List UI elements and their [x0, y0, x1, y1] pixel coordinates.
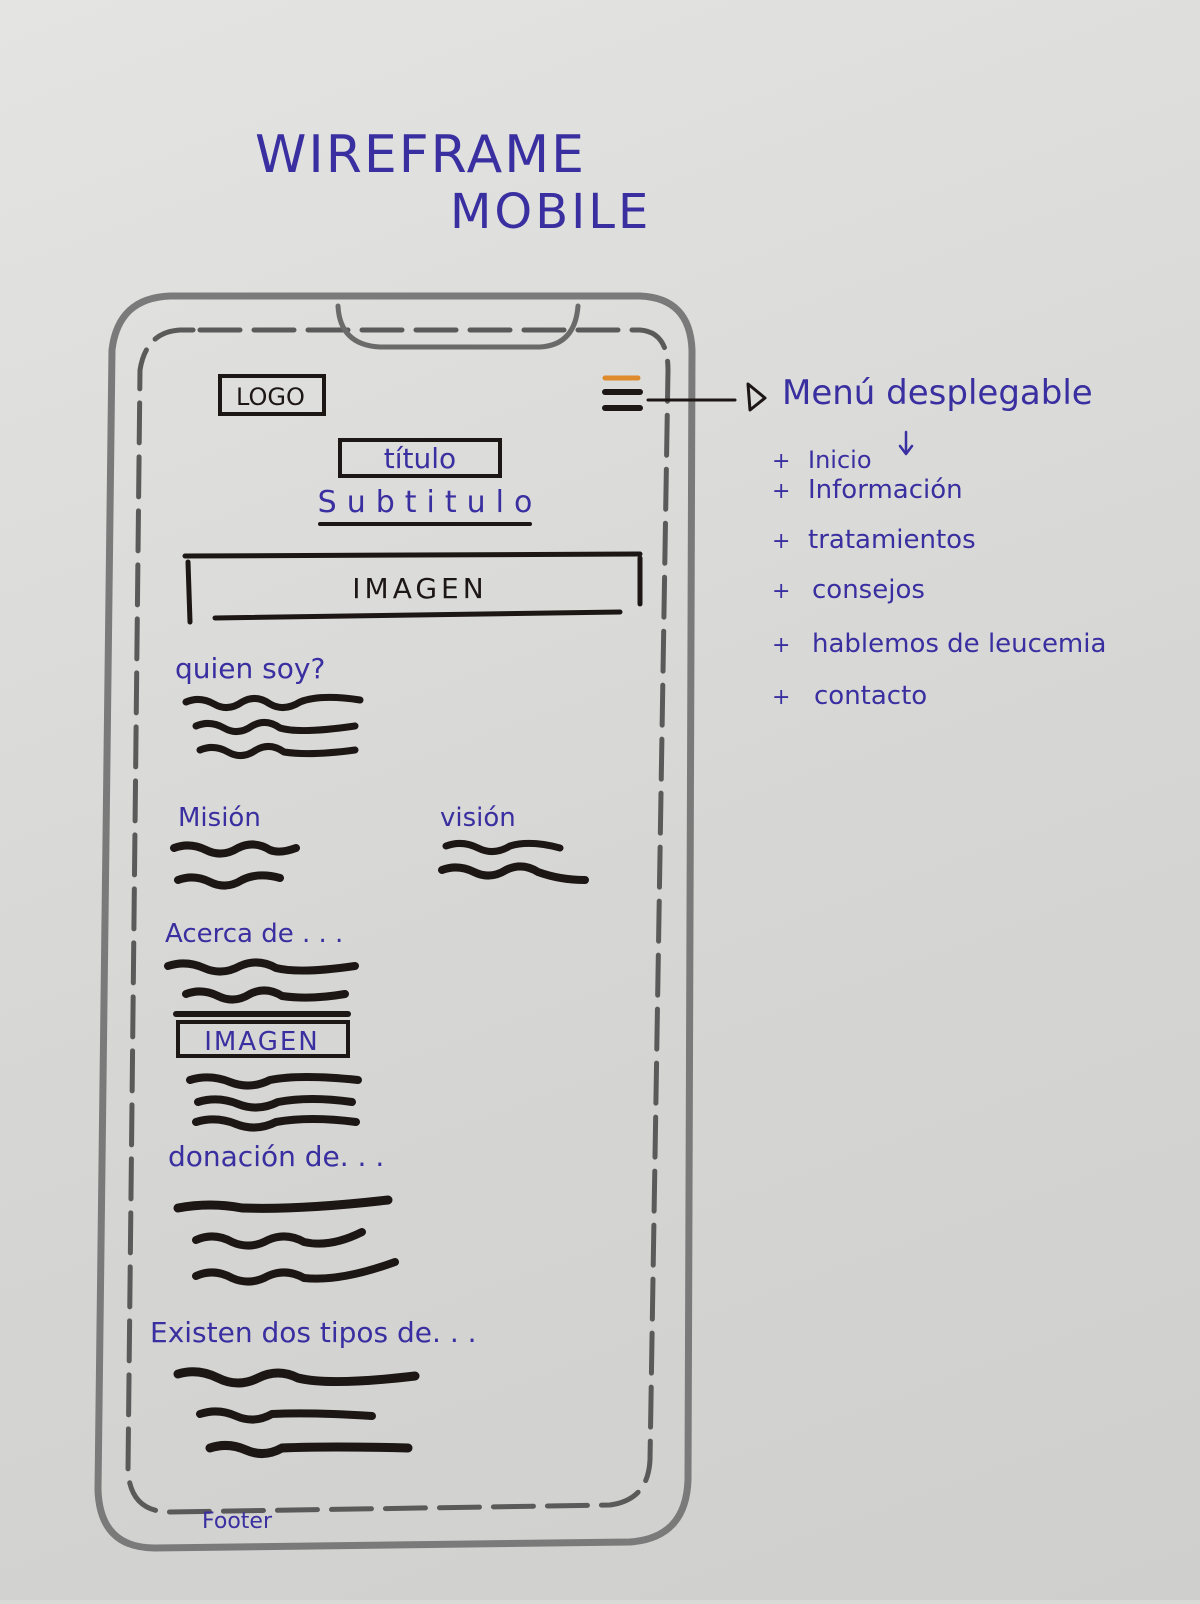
logo-label: LOGO: [236, 383, 305, 411]
wireframe-sketch: WIREFRAME MOBILE LOGO título Subtitulo I…: [94, 125, 1106, 1552]
about-text-scribble: [182, 693, 364, 759]
menu-item-consejos: consejos: [812, 575, 925, 605]
svg-text:+: +: [772, 449, 790, 474]
acerca-text-scribble: [164, 958, 359, 1017]
subtitle-label: Subtitulo: [318, 485, 543, 520]
heading-wireframe: WIREFRAME: [255, 125, 586, 185]
types-heading: Existen dos tipos de. . .: [150, 1316, 477, 1349]
types-text-scribble: [173, 1367, 420, 1458]
donation-text-scribble: [173, 1195, 399, 1286]
hero-image-placeholder: IMAGEN: [182, 551, 643, 625]
about-heading: quien soy?: [175, 652, 325, 685]
inline-image-placeholder: IMAGEN: [176, 1020, 350, 1058]
mission-text-scribble: [170, 840, 300, 890]
paper-sheet: WIREFRAME MOBILE LOGO título Subtitulo I…: [0, 0, 1200, 1600]
svg-text:+: +: [772, 529, 790, 554]
menu-item-contacto: contacto: [814, 681, 927, 711]
hamburger-menu-icon[interactable]: [602, 375, 643, 411]
menu-item-informacion: Información: [808, 475, 963, 505]
inline-image-label: IMAGEN: [204, 1027, 319, 1057]
svg-text:+: +: [772, 685, 790, 710]
vision-text-scribble: [438, 839, 589, 884]
mission-heading: Misión: [178, 803, 261, 833]
heading-mobile: MOBILE: [450, 184, 651, 240]
menu-item-tratamientos: tratamientos: [808, 525, 976, 555]
menu-item-leucemia: hablemos de leucemia: [812, 629, 1106, 659]
hero-image-label: IMAGEN: [352, 572, 487, 605]
menu-note-label: Menú desplegable: [782, 373, 1093, 413]
logo-box: LOGO: [218, 374, 326, 416]
vision-heading: visión: [440, 803, 516, 833]
svg-text:+: +: [772, 579, 790, 604]
inline-image-text-scribble: [186, 1073, 362, 1132]
phone-notch: [335, 303, 581, 350]
menu-note-down-arrow: [898, 430, 914, 456]
footer-label: Footer: [202, 1509, 273, 1534]
menu-note-list: + Inicio + Información + tratamientos + …: [772, 446, 1106, 711]
menu-item-inicio: Inicio: [808, 446, 872, 474]
title-label: título: [384, 442, 456, 475]
svg-text:+: +: [772, 633, 790, 658]
svg-text:+: +: [772, 479, 790, 504]
title-box: título: [338, 438, 502, 478]
acerca-heading: Acerca de . . .: [165, 919, 343, 949]
donation-heading: donación de. . .: [168, 1140, 384, 1173]
